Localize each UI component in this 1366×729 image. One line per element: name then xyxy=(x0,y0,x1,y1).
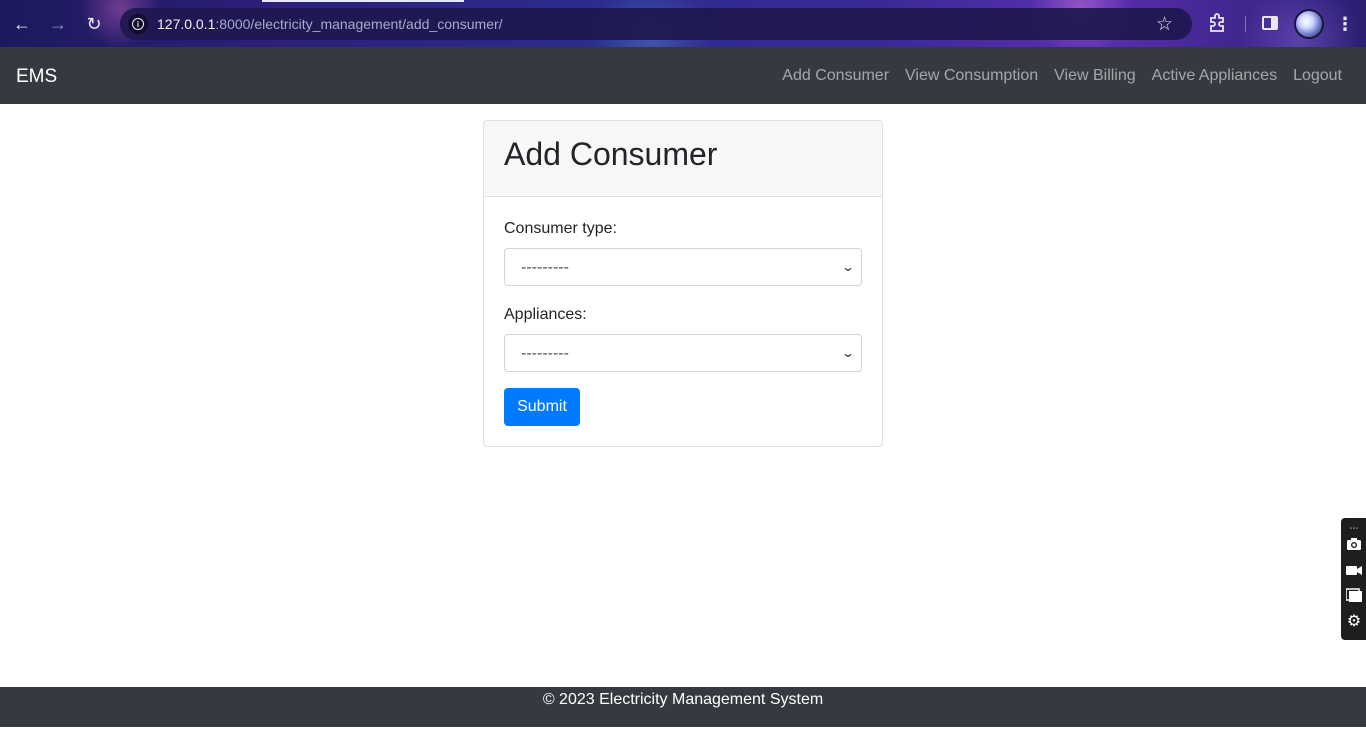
url-path: :8000/electricity_management/add_consume… xyxy=(215,16,503,32)
nav-links: Add Consumer View Consumption View Billi… xyxy=(774,67,1342,85)
forward-icon[interactable]: → xyxy=(45,11,71,37)
card-header: Add Consumer xyxy=(484,121,882,197)
appliances-selected: --------- xyxy=(521,345,569,362)
extensions-icon[interactable] xyxy=(1208,12,1228,34)
browser-menu-icon[interactable]: ⋮ xyxy=(1336,13,1354,35)
capture-toolbar: ⋯ ⚙ xyxy=(1341,518,1366,640)
card-body: Consumer type: --------- ⌄ Appliances: -… xyxy=(484,197,882,426)
page-title: Add Consumer xyxy=(504,136,718,172)
consumer-type-select[interactable]: --------- ⌄ xyxy=(504,248,862,286)
toolbar-separator xyxy=(1245,16,1246,32)
reload-icon[interactable]: ↻ xyxy=(81,11,107,37)
appliances-select[interactable]: --------- ⌄ xyxy=(504,334,862,372)
consumer-type-selected: --------- xyxy=(521,259,569,276)
brand-logo[interactable]: EMS xyxy=(16,66,57,88)
appliances-label: Appliances: xyxy=(504,306,587,323)
back-icon[interactable]: ← xyxy=(9,11,35,37)
nav-view-consumption[interactable]: View Consumption xyxy=(897,67,1046,85)
site-info-icon[interactable]: i xyxy=(128,14,148,34)
footer-copyright: © 2023 Electricity Management System xyxy=(542,691,824,708)
nav-active-appliances[interactable]: Active Appliances xyxy=(1144,67,1285,85)
video-camera-icon[interactable] xyxy=(1346,562,1362,578)
add-consumer-card: Add Consumer Consumer type: --------- ⌄ … xyxy=(483,120,883,447)
camera-icon[interactable] xyxy=(1346,536,1362,552)
page-footer: © 2023 Electricity Management System xyxy=(0,687,1366,727)
chevron-down-icon: ⌄ xyxy=(841,260,855,274)
nav-view-billing[interactable]: View Billing xyxy=(1046,67,1144,85)
address-bar[interactable]: i 127.0.0.1:8000/electricity_management/… xyxy=(120,8,1192,40)
more-options-icon[interactable]: ⋯ xyxy=(1346,520,1362,536)
nav-add-consumer[interactable]: Add Consumer xyxy=(774,67,897,85)
app-navbar: EMS Add Consumer View Consumption View B… xyxy=(0,47,1366,104)
settings-gear-icon[interactable]: ⚙ xyxy=(1346,614,1362,630)
nav-logout[interactable]: Logout xyxy=(1285,67,1342,85)
consumer-type-label: Consumer type: xyxy=(504,220,617,237)
submit-button[interactable]: Submit xyxy=(504,388,580,426)
browser-toolbar: ← → ↻ i 127.0.0.1:8000/electricity_manag… xyxy=(0,0,1366,47)
active-tab-indicator xyxy=(262,0,464,2)
window-capture-icon[interactable] xyxy=(1345,588,1362,604)
appliances-group: Appliances: --------- ⌄ xyxy=(504,305,862,372)
bookmark-star-icon[interactable]: ☆ xyxy=(1156,13,1173,36)
chevron-down-icon: ⌄ xyxy=(841,346,855,360)
profile-avatar[interactable] xyxy=(1294,9,1324,39)
url-text[interactable]: 127.0.0.1:8000/electricity_management/ad… xyxy=(157,16,503,32)
url-host: 127.0.0.1 xyxy=(157,16,216,32)
consumer-type-group: Consumer type: --------- ⌄ xyxy=(504,219,862,286)
side-panel-icon[interactable] xyxy=(1262,16,1278,30)
